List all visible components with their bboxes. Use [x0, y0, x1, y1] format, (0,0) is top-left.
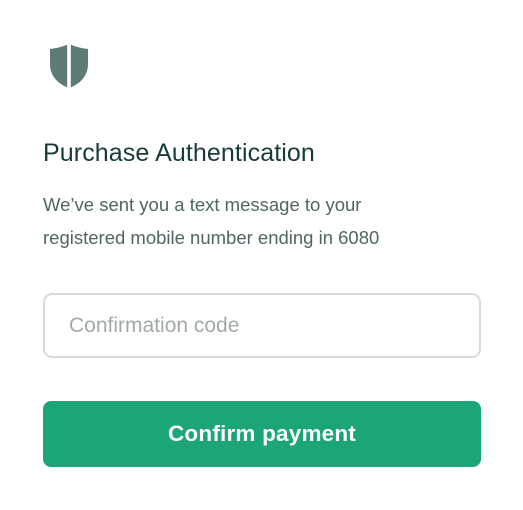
- confirmation-code-input[interactable]: [43, 293, 481, 358]
- auth-message: We’ve sent you a text message to your re…: [43, 188, 483, 254]
- shield-icon: [49, 43, 89, 89]
- auth-message-line-2: registered mobile number ending in 6080: [43, 227, 380, 248]
- auth-message-line-1: We’ve sent you a text message to your: [43, 194, 362, 215]
- confirm-payment-button[interactable]: Confirm payment: [43, 401, 481, 467]
- page-title: Purchase Authentication: [43, 139, 315, 167]
